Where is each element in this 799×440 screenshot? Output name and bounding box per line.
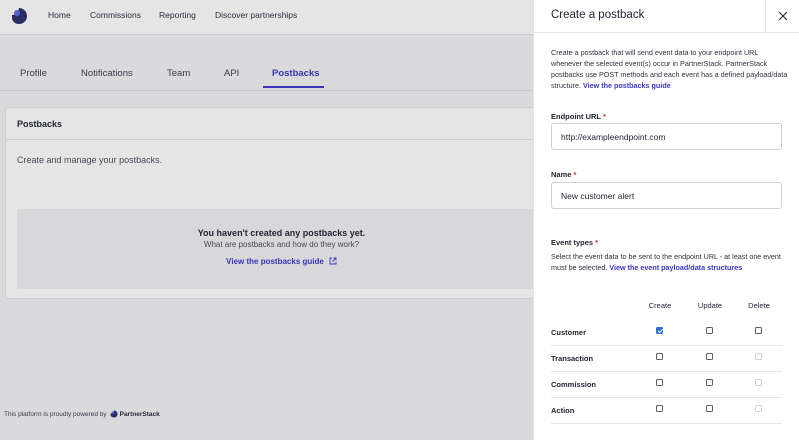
transaction-update-checkbox[interactable] — [706, 353, 713, 360]
event-row-transaction-label: Transaction — [551, 354, 594, 363]
drawer-title: Create a postback — [551, 9, 645, 21]
event-row-commission-label: Commission — [551, 380, 597, 389]
endpoint-url-label-text: Endpoint URL — [551, 112, 601, 121]
event-row-customer-label: Customer — [551, 328, 587, 337]
drawer-header: Create a postback — [534, 0, 799, 33]
required-marker: * — [573, 170, 577, 179]
action-create-checkbox[interactable] — [656, 405, 663, 412]
row-divider — [551, 423, 782, 424]
close-icon — [778, 11, 788, 21]
commission-delete-checkbox — [755, 379, 762, 386]
name-input[interactable] — [551, 182, 782, 209]
customer-update-checkbox[interactable] — [706, 327, 713, 334]
create-postback-drawer: Create a postback Create a postback that… — [533, 0, 799, 440]
action-update-checkbox[interactable] — [706, 405, 713, 412]
column-header-create: Create — [648, 301, 672, 310]
commission-create-checkbox[interactable] — [656, 379, 663, 386]
transaction-create-checkbox[interactable] — [656, 353, 663, 360]
column-header-update: Update — [697, 301, 723, 310]
name-label-text: Name — [551, 170, 572, 179]
customer-delete-checkbox[interactable] — [755, 327, 762, 334]
action-delete-checkbox — [755, 405, 762, 412]
drawer-intro: Create a postback that will send event d… — [551, 47, 791, 91]
row-divider — [551, 345, 782, 346]
endpoint-url-input[interactable] — [551, 123, 782, 150]
transaction-delete-checkbox — [755, 353, 762, 360]
required-marker: * — [603, 112, 606, 121]
close-button[interactable] — [765, 0, 799, 33]
name-label: Name * — [551, 170, 576, 179]
column-header-delete: Delete — [748, 301, 770, 310]
view-postbacks-guide-link[interactable]: View the postbacks guide — [583, 81, 671, 90]
row-divider — [551, 371, 782, 372]
modal-overlay[interactable] — [0, 0, 533, 440]
event-row-action-label: Action — [551, 406, 575, 415]
required-marker: * — [595, 238, 599, 247]
event-types-label-text: Event types — [551, 238, 594, 247]
row-divider — [551, 397, 782, 398]
event-types-description: Select the event data to be sent to the … — [551, 251, 791, 273]
event-types-label: Event types * — [551, 238, 598, 247]
customer-create-checkbox[interactable] — [656, 327, 663, 334]
event-payload-link[interactable]: View the event payload/data structures — [609, 263, 742, 272]
commission-update-checkbox[interactable] — [706, 379, 713, 386]
endpoint-url-label: Endpoint URL * — [551, 112, 606, 121]
